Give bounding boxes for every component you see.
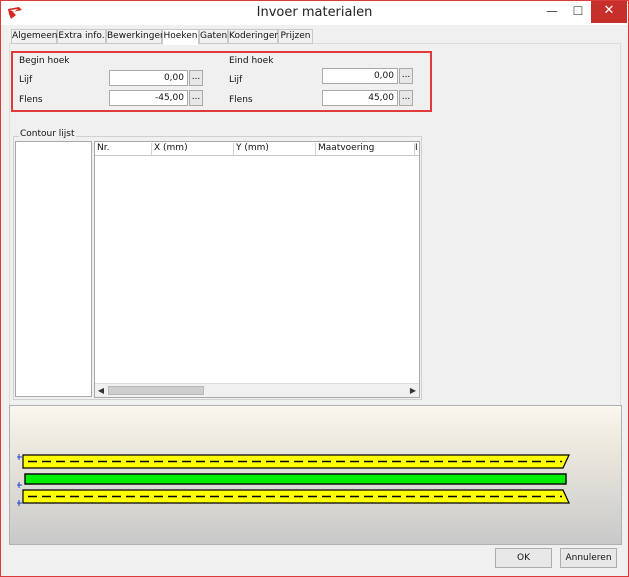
annuleren-button[interactable]: Annuleren <box>560 548 617 568</box>
column-header-maatvoering[interactable]: Maatvoering <box>316 143 415 155</box>
contour-title: Contour lijst <box>19 129 76 139</box>
title-bar[interactable]: Invoer materialen — ☐ ✕ <box>1 1 628 25</box>
eind-lijf-input[interactable]: 0,00 <box>322 68 398 84</box>
eind-lijf-ellipsis-button[interactable]: ... <box>399 68 413 84</box>
ok-button[interactable]: OK <box>495 548 552 568</box>
begin-flens-label: Flens <box>19 95 43 105</box>
tab-prijzen[interactable]: Prijzen <box>278 29 313 44</box>
column-header-truncated[interactable]: I <box>415 143 419 155</box>
begin-lijf-input[interactable]: 0,00 <box>109 70 188 86</box>
web <box>24 473 567 485</box>
contour-list[interactable] <box>15 141 92 397</box>
scroll-right-arrow-icon[interactable]: ▶ <box>407 384 419 397</box>
begin-flens-ellipsis-button[interactable]: ... <box>189 90 203 106</box>
window-title: Invoer materialen <box>256 5 373 20</box>
eind-lijf-label: Lijf <box>229 75 243 85</box>
begin-lijf-ellipsis-button[interactable]: ... <box>189 70 203 86</box>
eind-flens-label: Flens <box>229 95 253 105</box>
tab-bewerkingen[interactable]: Bewerkingen <box>106 29 166 44</box>
tab-extra-info[interactable]: Extra info. <box>57 29 106 44</box>
minimize-button[interactable]: — <box>539 1 565 23</box>
eind-flens-ellipsis-button[interactable]: ... <box>399 90 413 106</box>
column-header-y[interactable]: Y (mm) <box>234 143 316 155</box>
beam-drawing <box>17 454 570 506</box>
tab-koderingen[interactable]: Koderingen <box>228 29 280 44</box>
begin-flens-input[interactable]: -45,00 <box>109 90 188 106</box>
close-button[interactable]: ✕ <box>591 1 627 23</box>
column-header-nr[interactable]: Nr. <box>95 143 152 155</box>
contour-grid[interactable]: Nr. X (mm) Y (mm) Maatvoering I ◀ ▶ <box>94 141 420 398</box>
beam-preview <box>9 405 622 545</box>
scroll-thumb[interactable] <box>108 386 204 395</box>
tab-algemeen[interactable]: Algemeen <box>11 29 57 44</box>
horizontal-scrollbar[interactable]: ◀ ▶ <box>95 383 419 397</box>
dialog-window: Invoer materialen — ☐ ✕ Algemeen Extra i… <box>0 0 629 577</box>
maximize-button[interactable]: ☐ <box>565 1 591 23</box>
grid-header: Nr. X (mm) Y (mm) Maatvoering I <box>95 142 419 156</box>
eind-flens-input[interactable]: 45,00 <box>322 90 398 106</box>
tab-gaten[interactable]: Gaten <box>199 29 228 44</box>
begin-hoek-title: Begin hoek <box>19 56 70 66</box>
begin-lijf-label: Lijf <box>19 75 33 85</box>
tab-hoeken[interactable]: Hoeken <box>162 29 199 45</box>
scroll-left-arrow-icon[interactable]: ◀ <box>95 384 107 397</box>
eind-hoek-title: Eind hoek <box>229 56 274 66</box>
column-header-x[interactable]: X (mm) <box>152 143 234 155</box>
